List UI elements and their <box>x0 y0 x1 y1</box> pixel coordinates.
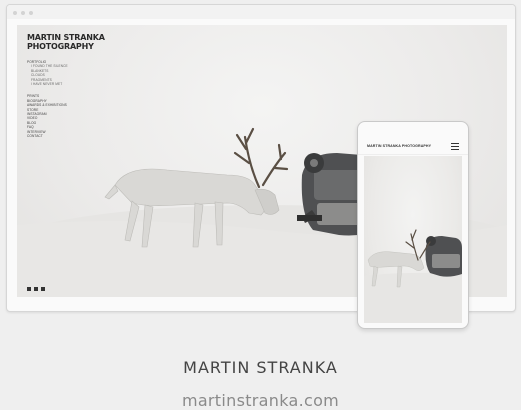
browser-title-bar <box>7 5 515 19</box>
hamburger-menu-icon[interactable] <box>451 143 459 150</box>
photographer-name: MARTIN STRANKA <box>183 358 338 377</box>
nav-subitem-i-have-never-met[interactable]: I HAVE NEVER MET <box>27 82 68 86</box>
twitter-icon[interactable] <box>34 287 38 291</box>
facebook-icon[interactable] <box>27 287 31 291</box>
mobile-site-title[interactable]: MARTIN STRANKA PHOTOGRAPHY <box>367 144 431 148</box>
window-dot-icon <box>29 11 33 15</box>
website-url-link[interactable]: martinstranka.com <box>0 391 521 410</box>
site-title[interactable]: MARTIN STRANKA PHOTOGRAPHY <box>27 33 117 51</box>
window-dot-icon <box>13 11 17 15</box>
mobile-screen <box>364 156 462 323</box>
mobile-reindeer-car-photo <box>364 229 462 323</box>
site-navigation: PORTFOLIO I FOUND THE SILENCE BLANKETS C… <box>27 60 68 139</box>
social-links <box>27 287 45 291</box>
nav-item-contact[interactable]: CONTACT <box>27 134 68 138</box>
nav-item-awards-exhibitions[interactable]: AWARDS & EXHIBITIONS <box>27 103 68 107</box>
mobile-header: MARTIN STRANKA PHOTOGRAPHY <box>358 140 468 155</box>
instagram-icon[interactable] <box>41 287 45 291</box>
window-dot-icon <box>21 11 25 15</box>
mobile-phone-mockup: MARTIN STRANKA PHOTOGRAPHY <box>357 121 469 329</box>
